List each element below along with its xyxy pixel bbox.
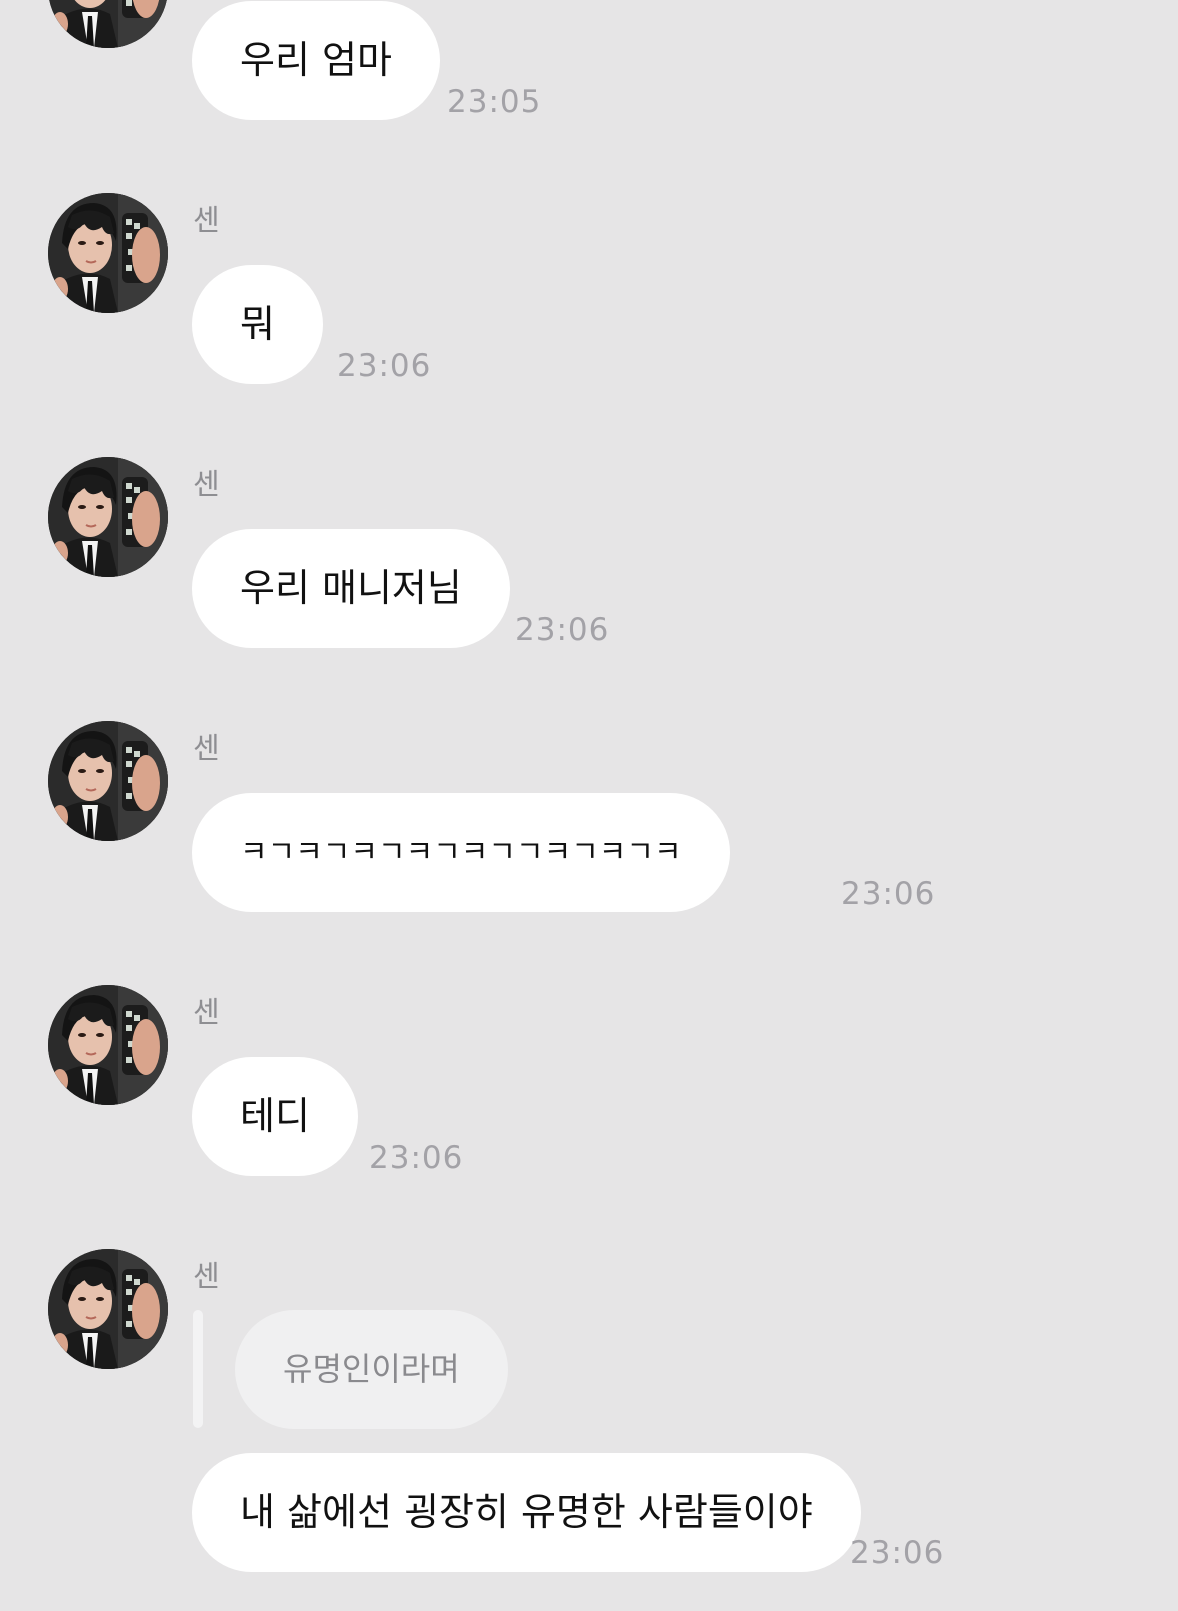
message-text: 우리 매니저님 (240, 566, 462, 610)
message-text: ㅋㄱㅋㄱㅋㄱㅋㄱㅋㄱㄱㅋㄱㅋㄱㅋ (240, 835, 682, 870)
message-text: 내 삶에선 굉장히 유명한 사람들이야 (240, 1490, 813, 1534)
message-text: 테디 (240, 1094, 310, 1138)
avatar-image (48, 193, 168, 313)
avatar-image (48, 985, 168, 1105)
message-time: 23:06 (850, 1535, 945, 1571)
avatar-image (48, 0, 168, 48)
message-bubble[interactable]: 내 삶에선 굉장히 유명한 사람들이야 (192, 1453, 861, 1572)
message-bubble[interactable]: 뭐 (192, 265, 323, 384)
message-bubble[interactable]: 우리 엄마 (192, 1, 440, 120)
message-bubble[interactable]: 우리 매니저님 (192, 529, 510, 648)
avatar[interactable] (48, 721, 168, 841)
sender-name: 센 (193, 1259, 220, 1293)
message-bubble[interactable]: ㅋㄱㅋㄱㅋㄱㅋㄱㅋㄱㄱㅋㄱㅋㄱㅋ (192, 793, 730, 912)
avatar[interactable] (48, 985, 168, 1105)
message-text: 우리 엄마 (240, 38, 392, 82)
sender-name: 센 (193, 203, 220, 237)
message-time: 23:06 (841, 876, 936, 912)
avatar[interactable] (48, 457, 168, 577)
sender-name: 센 (193, 731, 220, 765)
avatar[interactable] (48, 1249, 168, 1369)
avatar-image (48, 1249, 168, 1369)
avatar[interactable] (48, 193, 168, 313)
message-time: 23:06 (515, 612, 610, 648)
message-time: 23:05 (447, 84, 542, 120)
message-text: 뭐 (240, 302, 275, 346)
quoted-message-bubble[interactable]: 유명인이라며 (235, 1310, 508, 1429)
message-bubble[interactable]: 테디 (192, 1057, 358, 1176)
avatar-image (48, 721, 168, 841)
quoted-message-text: 유명인이라며 (283, 1350, 460, 1388)
avatar-image (48, 457, 168, 577)
avatar[interactable] (48, 0, 168, 48)
message-time: 23:06 (337, 348, 432, 384)
sender-name: 센 (193, 995, 220, 1029)
message-time: 23:06 (369, 1140, 464, 1176)
reply-indicator-bar (193, 1310, 203, 1428)
sender-name: 센 (193, 467, 220, 501)
